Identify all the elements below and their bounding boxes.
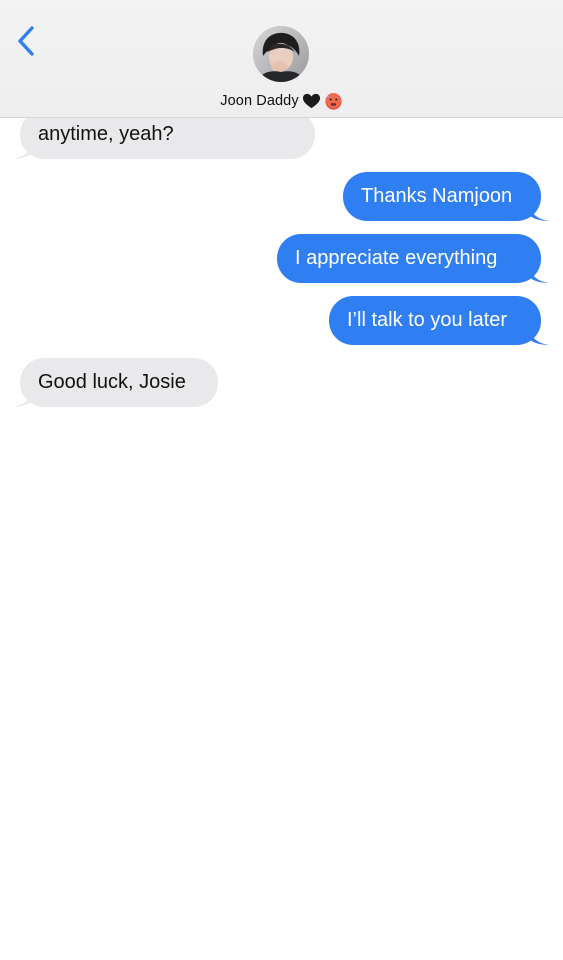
messages-screen: anytime, yeah? Thanks Namjoon I apprecia…: [0, 0, 563, 960]
message-text: Thanks Namjoon: [361, 185, 513, 207]
message-bubble-outgoing[interactable]: I’ll talk to you later: [329, 296, 549, 345]
contact-name-row[interactable]: Joon Daddy: [0, 90, 563, 112]
bubble-tail-icon: [12, 139, 32, 159]
message-text: anytime, yeah?: [38, 123, 174, 145]
contact-avatar[interactable]: [253, 26, 309, 82]
black-heart-icon: [302, 93, 320, 108]
hot-face-icon: [325, 92, 342, 110]
message-text: Good luck, Josie: [38, 371, 186, 393]
bubble-tail-icon: [529, 201, 549, 221]
message-text: I appreciate everything: [295, 247, 498, 269]
bubble-tail-icon: [529, 325, 549, 345]
bubble-tail-icon: [12, 387, 32, 407]
message-bubble-outgoing[interactable]: Thanks Namjoon: [343, 172, 549, 221]
message-bubble-incoming[interactable]: Good luck, Josie: [12, 358, 218, 407]
conversation-header: Joon Daddy: [0, 0, 563, 118]
back-button[interactable]: [12, 24, 42, 60]
chevron-left-icon: [18, 26, 34, 56]
message-bubble-outgoing[interactable]: I appreciate everything: [277, 234, 549, 283]
avatar-photo: [253, 26, 309, 82]
contact-name: Joon Daddy: [220, 93, 299, 109]
message-thread[interactable]: anytime, yeah? Thanks Namjoon I apprecia…: [0, 0, 563, 960]
message-text: I’ll talk to you later: [347, 309, 508, 331]
bubble-tail-icon: [529, 263, 549, 283]
